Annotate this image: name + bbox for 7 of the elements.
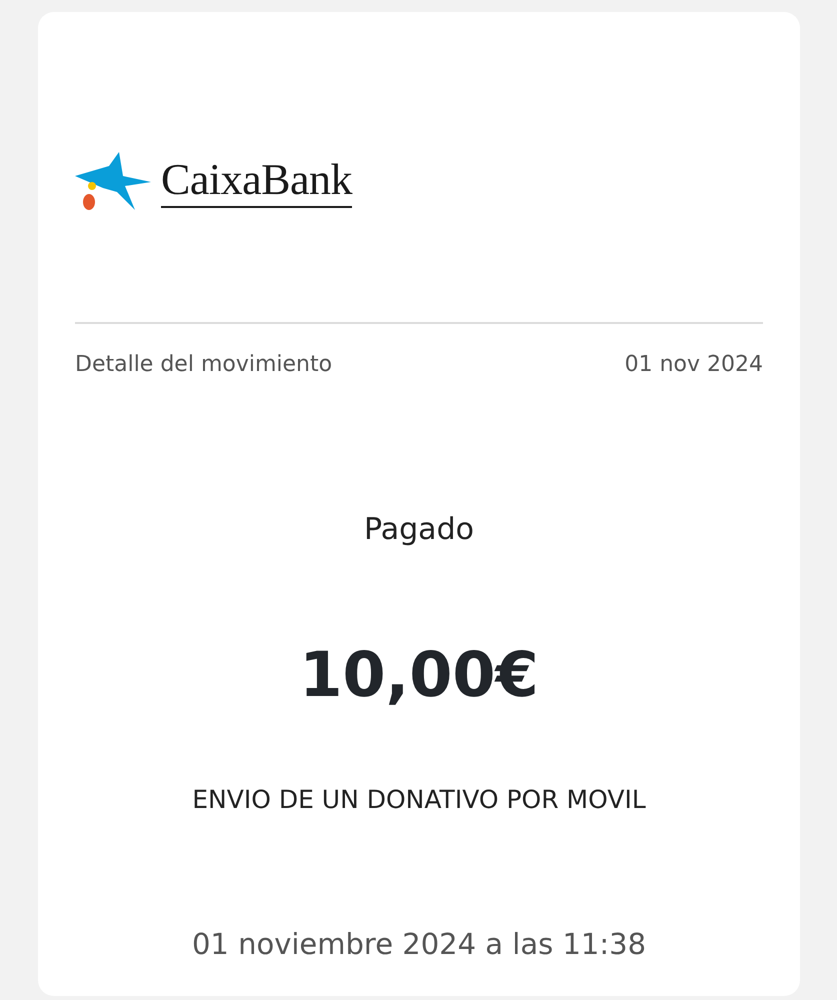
transaction-datetime: 01 noviembre 2024 a las 11:38 (192, 926, 646, 962)
brand-name: CaixaBank (161, 158, 352, 208)
amount: 10,00€ (299, 637, 539, 713)
concept: ENVIO DE UN DONATIVO POR MOVIL (192, 784, 646, 816)
section-title: Detalle del movimiento (75, 351, 332, 379)
movement-date: 01 nov 2024 (624, 351, 763, 379)
payment-status: Pagado (364, 511, 474, 549)
